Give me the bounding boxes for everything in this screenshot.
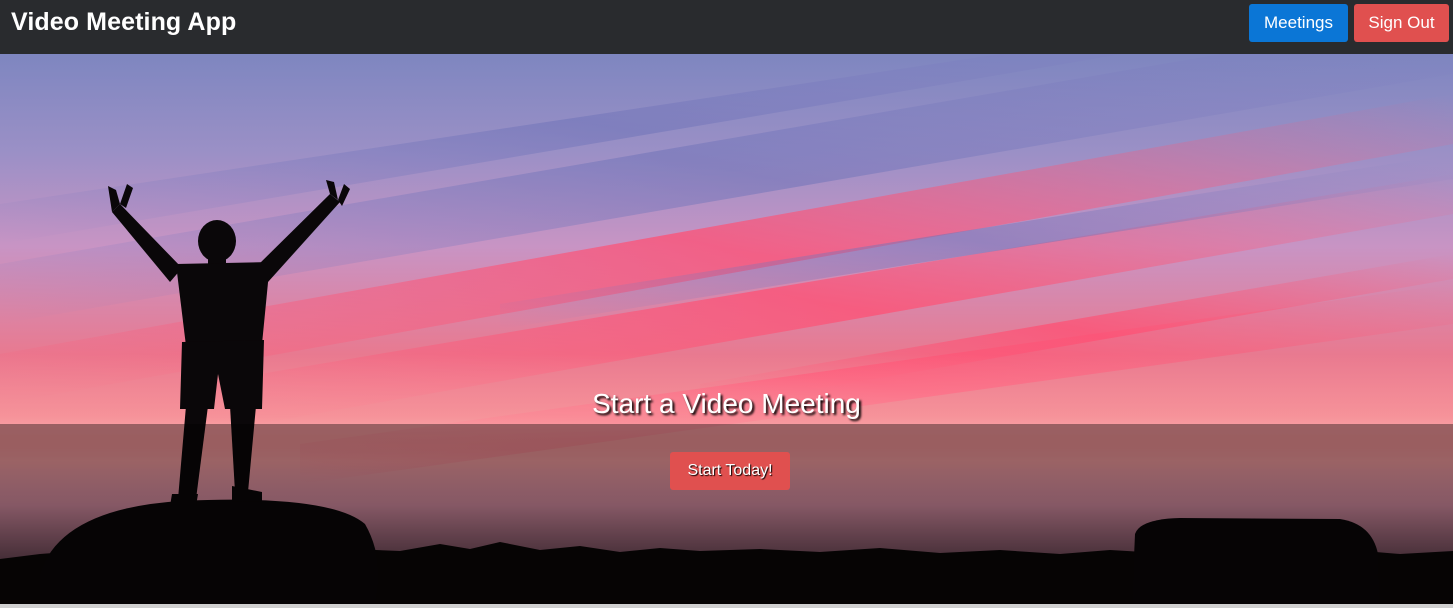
hero-title: Start a Video Meeting xyxy=(592,388,861,419)
sign-out-button[interactable]: Sign Out xyxy=(1354,4,1449,42)
top-navbar: Video Meeting App Meetings Sign Out xyxy=(0,0,1453,54)
nav-actions: Meetings Sign Out xyxy=(1249,4,1449,42)
app-title[interactable]: Video Meeting App xyxy=(11,7,236,37)
page-bottom-edge xyxy=(0,604,1453,608)
start-today-button[interactable]: Start Today! xyxy=(670,452,790,490)
meetings-button[interactable]: Meetings xyxy=(1249,4,1348,42)
hero-banner xyxy=(0,54,1453,604)
hero-overlay xyxy=(0,424,1453,604)
